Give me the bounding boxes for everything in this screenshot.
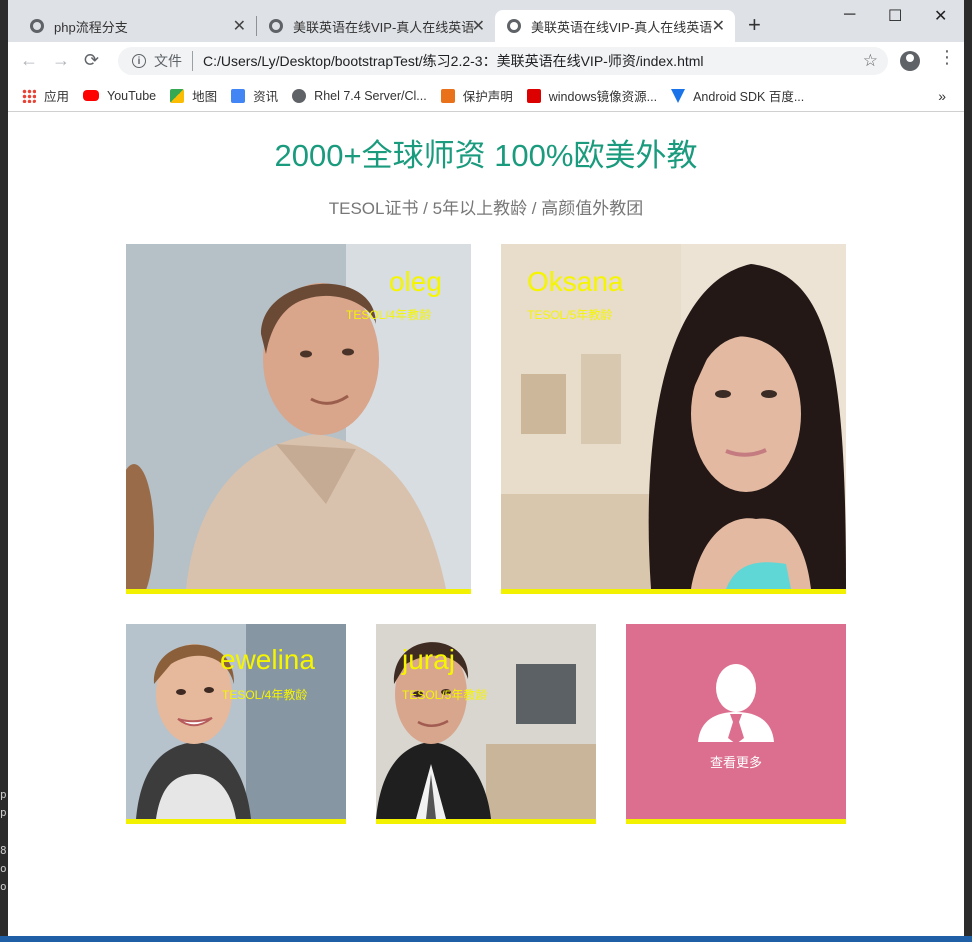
- taskbar: [0, 936, 972, 942]
- desktop-text: o: [0, 880, 7, 893]
- view-more-label: 查看更多: [709, 755, 762, 770]
- teacher-name: ewelina: [220, 644, 315, 675]
- globe-icon: [292, 88, 307, 103]
- info-icon[interactable]: i: [132, 54, 146, 68]
- scheme-label: 文件: [154, 51, 193, 71]
- reload-button[interactable]: ⟳: [84, 50, 99, 70]
- bookmark-label: 资讯: [253, 90, 279, 104]
- apps-grid-icon: [22, 88, 36, 103]
- teacher-card-ewelina[interactable]: ewelina TESOL/4年教龄: [126, 624, 346, 824]
- globe-icon: [269, 19, 283, 33]
- view-more-card[interactable]: 查看更多: [626, 624, 846, 824]
- new-tab-button[interactable]: +: [748, 14, 761, 36]
- forward-button[interactable]: →: [52, 50, 70, 70]
- tab-php[interactable]: php流程分支 ✕: [18, 10, 256, 42]
- news-icon: [231, 88, 246, 103]
- bookmark-label: YouTube: [107, 88, 157, 103]
- bookmark-android-sdk[interactable]: Android SDK 百度...: [671, 86, 804, 105]
- bookmark-label: 地图: [192, 90, 218, 104]
- page-subtitle: TESOL证书 / 5年以上教龄 / 高颜值外教团: [328, 199, 644, 218]
- bookmark-news[interactable]: 资讯: [231, 86, 278, 105]
- protection-icon: [440, 88, 455, 103]
- maps-icon: [170, 88, 185, 103]
- youtube-icon: [83, 90, 100, 101]
- tab-strip: php流程分支 ✕ 美联英语在线VIP-真人在线英语学 ✕ 美联英语在线VIP-…: [8, 0, 964, 42]
- menu-button[interactable]: ⋮: [938, 48, 956, 66]
- bookmark-apps[interactable]: 应用: [22, 86, 69, 105]
- desktop-background-right: [964, 0, 972, 942]
- bookmark-label: Rhel 7.4 Server/Cl...: [314, 88, 427, 103]
- bookmark-label: 保护声明: [462, 90, 513, 104]
- globe-icon: [507, 19, 521, 33]
- bookmark-youtube[interactable]: YouTube: [83, 89, 156, 103]
- c-logo-icon: [526, 88, 541, 103]
- minimize-button[interactable]: ─: [844, 6, 855, 24]
- maximize-button[interactable]: ☐: [888, 6, 902, 26]
- tab-title: 美联英语在线VIP-真人在线英语学: [531, 19, 713, 35]
- teacher-meta: TESOL/4年教龄: [222, 688, 308, 702]
- tab-title: php流程分支: [54, 19, 128, 35]
- teacher-name: Oksana: [527, 266, 624, 297]
- window-close-button[interactable]: ✕: [934, 6, 947, 26]
- teacher-card-juraj[interactable]: juraj TESOL/5年教龄: [376, 624, 596, 824]
- back-button[interactable]: ←: [20, 50, 38, 70]
- teacher-meta: TESOL/4年教龄: [346, 308, 432, 322]
- bookmarks-overflow-button[interactable]: »: [938, 88, 946, 104]
- close-icon[interactable]: ✕: [472, 16, 485, 36]
- tab-meilian-1[interactable]: 美联英语在线VIP-真人在线英语学 ✕: [257, 10, 495, 42]
- funnel-icon: [671, 88, 686, 103]
- bookmark-label: windows镜像资源...: [548, 90, 658, 104]
- teacher-meta: TESOL/5年教龄: [402, 688, 488, 702]
- close-icon[interactable]: ✕: [712, 16, 725, 36]
- browser-window: php流程分支 ✕ 美联英语在线VIP-真人在线英语学 ✕ 美联英语在线VIP-…: [8, 0, 964, 936]
- teacher-meta: TESOL/5年教龄: [527, 308, 613, 322]
- address-bar[interactable]: i 文件 C:/Users/Ly/Desktop/bootstrapTest/练…: [118, 47, 888, 75]
- bookmark-star-icon[interactable]: ☆: [863, 51, 878, 71]
- tab-meilian-active[interactable]: 美联英语在线VIP-真人在线英语学 ✕: [495, 10, 735, 42]
- bookmark-protection[interactable]: 保护声明: [440, 86, 513, 105]
- person-tie-icon: [698, 664, 774, 744]
- page-content: 2000+全球师资 100%欧美外教 TESOL证书 / 5年以上教龄 / 高颜…: [8, 112, 964, 936]
- desktop-text: 8: [0, 844, 7, 857]
- teacher-card-oksana[interactable]: Oksana TESOL/5年教龄: [501, 244, 846, 594]
- bookmark-rhel[interactable]: Rhel 7.4 Server/Cl...: [292, 88, 427, 103]
- tab-title: 美联英语在线VIP-真人在线英语学: [293, 19, 475, 35]
- bookmark-label: 应用: [44, 90, 70, 104]
- url-text[interactable]: C:/Users/Ly/Desktop/bootstrapTest/练习2.2-…: [203, 51, 704, 71]
- close-icon[interactable]: ✕: [233, 16, 246, 36]
- bookmark-label: Android SDK 百度...: [693, 90, 805, 104]
- desktop-text: o: [0, 862, 7, 875]
- teacher-name: oleg: [389, 266, 442, 297]
- bookmarks-bar: 应用 YouTube 地图 资讯 Rhel 7.4 Server/Cl... 保…: [8, 80, 964, 112]
- account-icon[interactable]: [900, 51, 920, 71]
- desktop-text: p: [0, 806, 7, 819]
- desktop-text: p: [0, 788, 7, 801]
- browser-toolbar: ← → ⟳ i 文件 C:/Users/Ly/Desktop/bootstrap…: [8, 42, 964, 80]
- desktop-background-left: p p 8 o o: [0, 0, 8, 942]
- teacher-name: juraj: [402, 644, 455, 675]
- page-title: 2000+全球师资 100%欧美外教: [274, 138, 698, 173]
- globe-icon: [30, 19, 44, 33]
- bookmark-windows[interactable]: windows镜像资源...: [526, 86, 658, 105]
- bookmark-maps[interactable]: 地图: [170, 86, 217, 105]
- teacher-card-oleg[interactable]: oleg TESOL/4年教龄: [126, 244, 471, 594]
